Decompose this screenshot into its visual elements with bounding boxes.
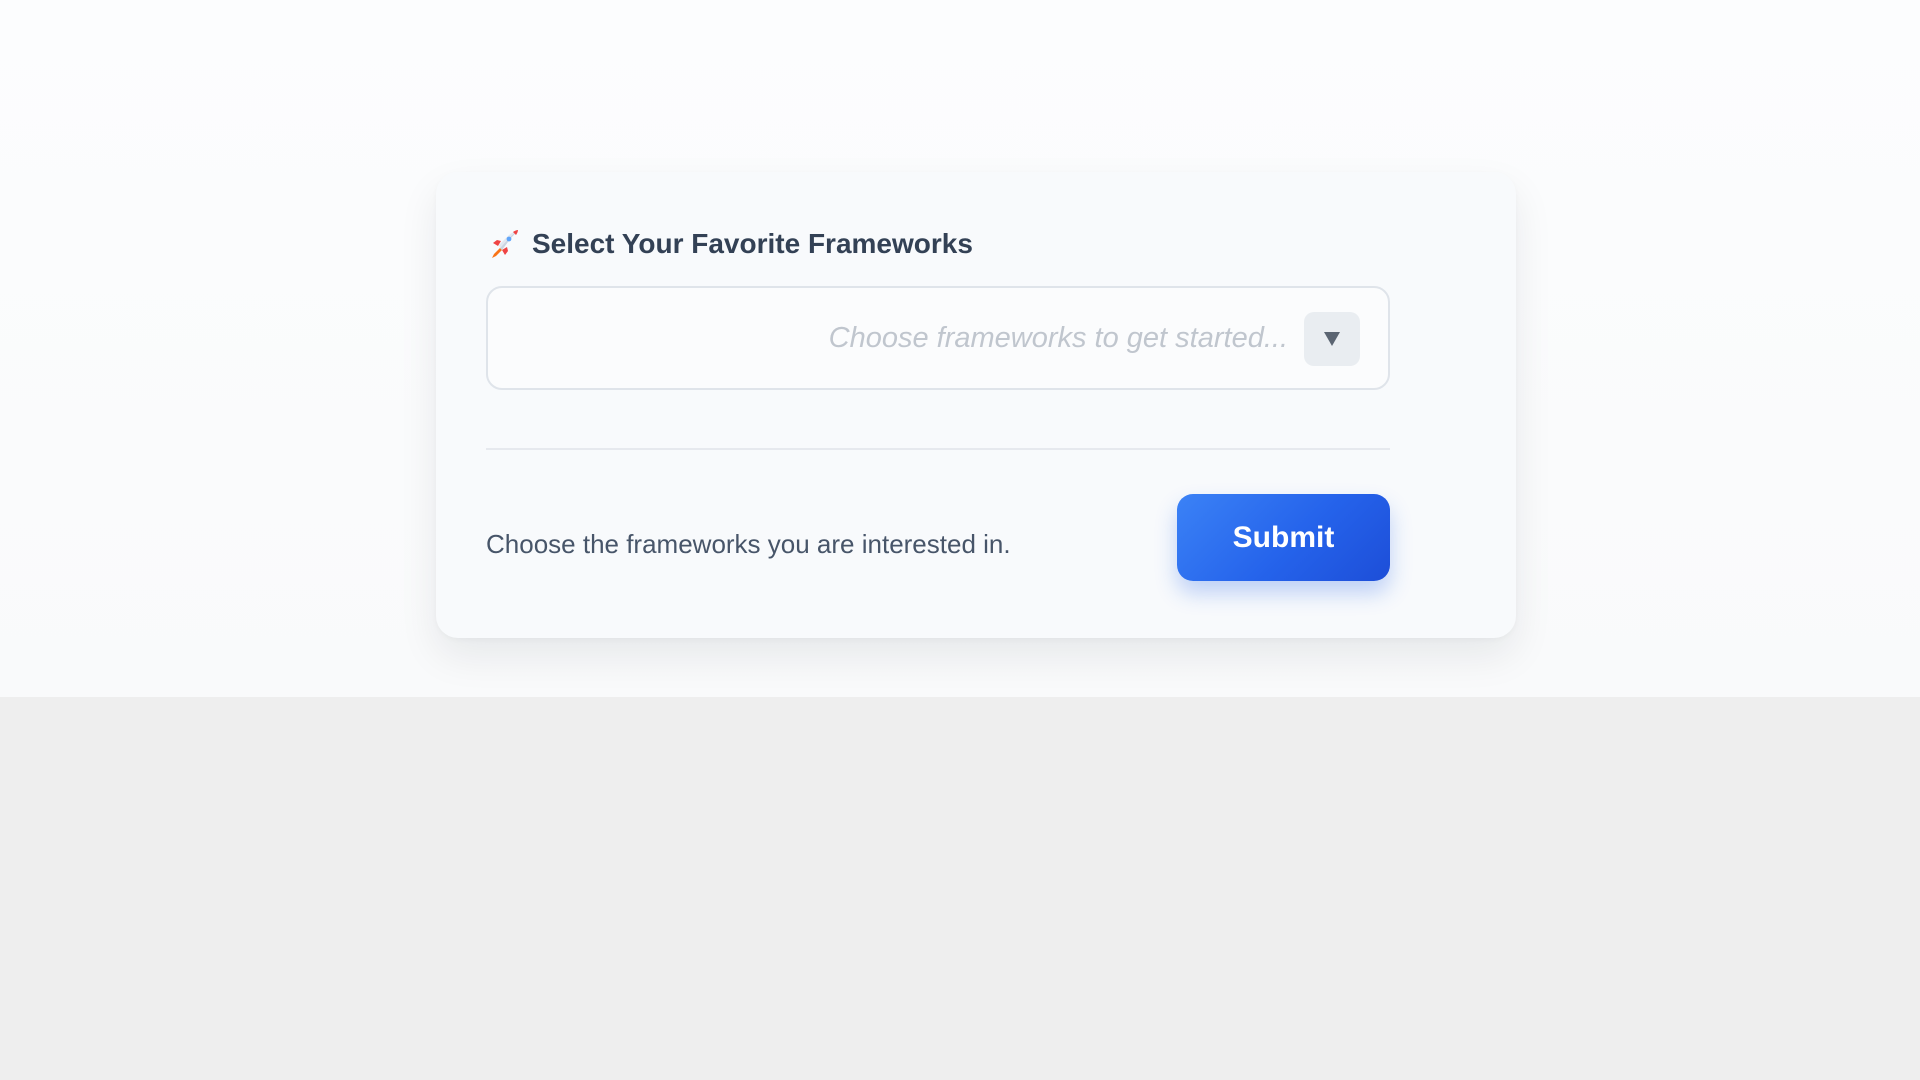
divider bbox=[486, 448, 1390, 450]
submit-button[interactable]: Submit bbox=[1177, 494, 1390, 581]
card-title: Select Your Favorite Frameworks bbox=[488, 224, 973, 264]
dropdown-toggle-button[interactable] bbox=[1304, 312, 1360, 366]
card-title-text: Select Your Favorite Frameworks bbox=[532, 228, 973, 259]
chevron-down-icon bbox=[1324, 332, 1340, 346]
select-placeholder: Choose frameworks to get started... bbox=[828, 322, 1288, 354]
framework-select-card: Select Your Favorite Frameworks Choose f… bbox=[436, 172, 1516, 638]
help-text: Choose the frameworks you are interested… bbox=[486, 529, 1011, 559]
rocket-icon bbox=[488, 228, 520, 260]
framework-multiselect[interactable]: Choose frameworks to get started... bbox=[486, 286, 1390, 390]
